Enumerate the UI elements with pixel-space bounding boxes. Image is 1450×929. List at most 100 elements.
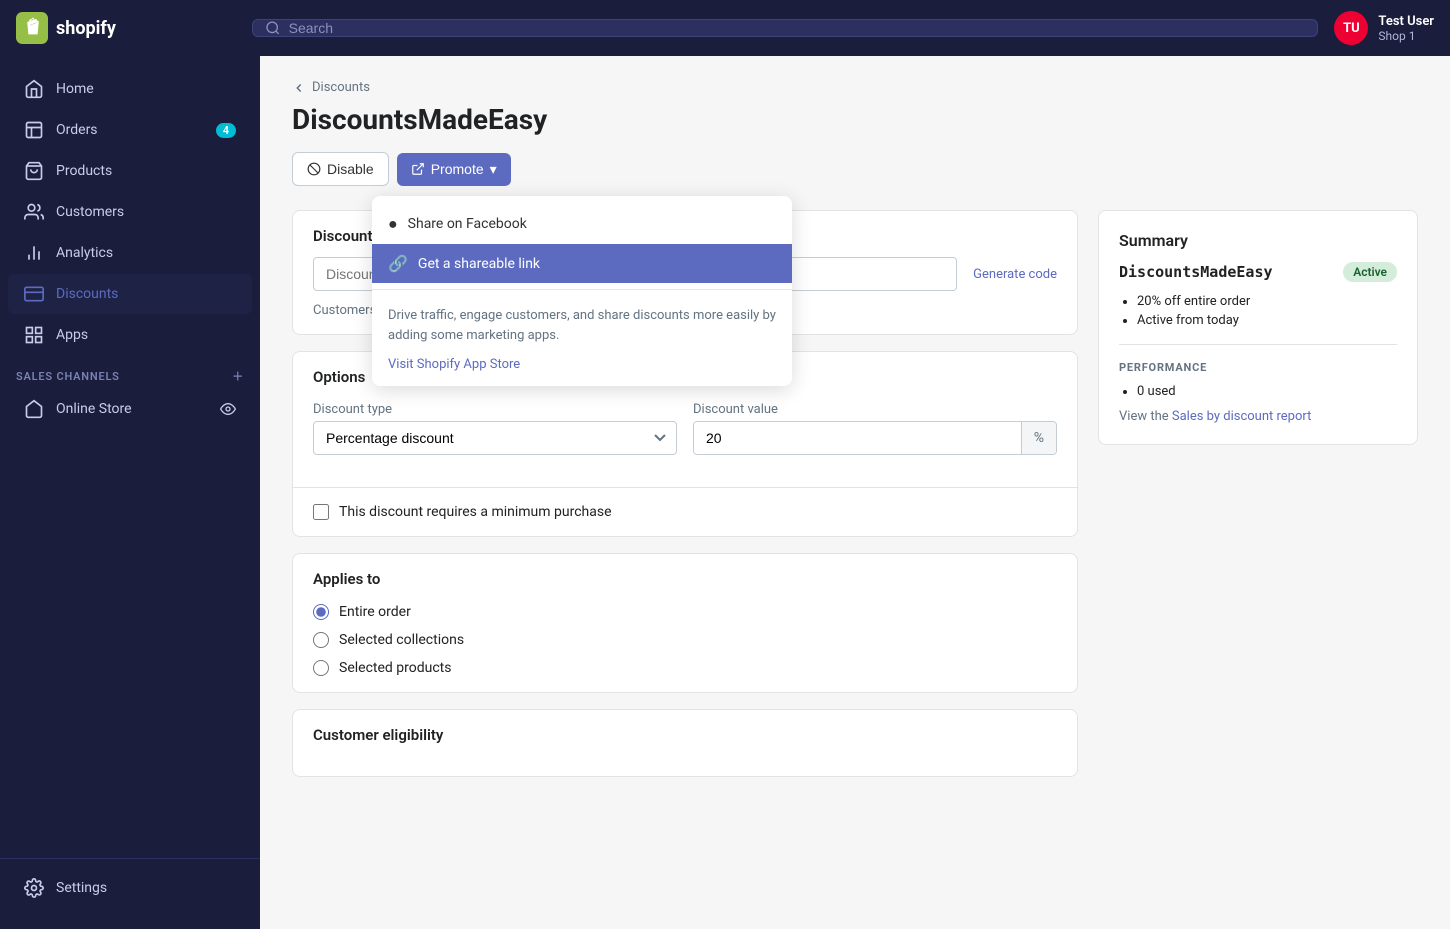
sales-report-link[interactable]: Sales by discount report (1172, 409, 1312, 424)
search-bar[interactable] (252, 19, 1318, 37)
promote-icon (411, 162, 425, 176)
home-icon (24, 79, 44, 99)
view-report: View the Sales by discount report (1119, 409, 1397, 424)
sidebar-item-orders[interactable]: Orders 4 (8, 110, 252, 150)
sidebar-item-online-store[interactable]: Online Store (8, 389, 252, 429)
radio-selected-collections[interactable]: Selected collections (313, 632, 1057, 648)
dropdown-divider (372, 289, 792, 290)
main-content: Discounts DiscountsMadeEasy Disable Prom… (260, 56, 1450, 929)
logo-text: shopify (56, 18, 116, 39)
sidebar-nav: Home Orders 4 Products Customers Analy (0, 68, 260, 858)
radio-entire-order[interactable]: Entire order (313, 604, 1057, 620)
sidebar-item-products[interactable]: Products (8, 151, 252, 191)
promote-dropdown-icon: ▾ (490, 161, 497, 178)
orders-icon (24, 120, 44, 140)
performance-list: 0 used (1119, 384, 1397, 399)
minimum-purchase-row: This discount requires a minimum purchas… (293, 487, 1077, 536)
back-icon (292, 81, 306, 95)
analytics-icon (24, 243, 44, 263)
sidebar-item-customers[interactable]: Customers (8, 192, 252, 232)
discount-type-label: Discount type (313, 402, 677, 417)
dropdown-footer-text: Drive traffic, engage customers, and sha… (388, 306, 776, 345)
dropdown-facebook-label: Share on Facebook (408, 216, 527, 232)
online-store-label: Online Store (56, 401, 132, 417)
eye-icon (220, 401, 236, 417)
summary-details-list: 20% off entire order Active from today (1119, 294, 1397, 328)
radio-products-label: Selected products (339, 660, 451, 676)
radio-collections-input[interactable] (313, 632, 329, 648)
settings-label: Settings (56, 880, 107, 896)
store-icon (24, 399, 44, 419)
summary-title: Summary (1119, 231, 1397, 250)
applies-to-card: Applies to Entire order Selected collect… (292, 553, 1078, 693)
summary-discount-name: DiscountsMadeEasy (1119, 263, 1273, 281)
applies-to-title: Applies to (313, 570, 1057, 588)
disable-button[interactable]: Disable (292, 152, 389, 186)
status-badge: Active (1343, 262, 1397, 282)
page-title: DiscountsMadeEasy (292, 103, 1418, 136)
applies-radio-group: Entire order Selected collections Select… (313, 604, 1057, 676)
customer-section: Customer eligibility (293, 710, 1077, 776)
search-icon (265, 20, 281, 36)
summary-card: Summary DiscountsMadeEasy Active 20% off… (1098, 210, 1418, 445)
logo: shopify (16, 12, 236, 44)
discount-type-field: Discount type Percentage discountFixed a… (313, 402, 677, 455)
disable-label: Disable (327, 161, 374, 177)
right-column: Summary DiscountsMadeEasy Active 20% off… (1098, 210, 1418, 793)
sidebar: Home Orders 4 Products Customers Analy (0, 56, 260, 929)
search-input[interactable] (289, 20, 1306, 36)
radio-products-input[interactable] (313, 660, 329, 676)
app-store-link[interactable]: Visit Shopify App Store (388, 357, 520, 372)
sidebar-bottom: Settings (0, 858, 260, 917)
performance-section: PERFORMANCE 0 used View the Sales by dis… (1119, 344, 1397, 424)
user-name: Test User (1378, 14, 1434, 29)
breadcrumb-label: Discounts (312, 80, 370, 95)
top-nav: shopify TU Test User Shop 1 (0, 0, 1450, 56)
sidebar-item-analytics[interactable]: Analytics (8, 233, 252, 273)
discount-value-input[interactable] (694, 422, 1021, 454)
sidebar-orders-label: Orders (56, 122, 98, 138)
sidebar-item-discounts[interactable]: Discounts (8, 274, 252, 314)
sidebar-discounts-label: Discounts (56, 286, 118, 302)
sidebar-apps-label: Apps (56, 327, 88, 343)
products-icon (24, 161, 44, 181)
dropdown-item-facebook[interactable]: ● Share on Facebook (372, 204, 792, 244)
sidebar-products-label: Products (56, 163, 112, 179)
customer-eligibility-title: Customer eligibility (313, 726, 1057, 744)
radio-entire-order-input[interactable] (313, 604, 329, 620)
discount-value-label: Discount value (693, 402, 1057, 417)
sidebar-item-home[interactable]: Home (8, 69, 252, 109)
dropdown-shareable-label: Get a shareable link (418, 256, 540, 272)
used-count: 0 used (1137, 384, 1397, 399)
breadcrumb[interactable]: Discounts (292, 80, 1418, 95)
promote-dropdown: ● Share on Facebook 🔗 Get a shareable li… (372, 196, 792, 386)
facebook-icon: ● (388, 214, 398, 234)
sidebar-item-label: Home (56, 81, 94, 97)
user-area: TU Test User Shop 1 (1334, 11, 1434, 45)
promote-button[interactable]: Promote ▾ (397, 153, 511, 186)
dropdown-item-shareable[interactable]: 🔗 Get a shareable link (372, 244, 792, 283)
sidebar-item-settings[interactable]: Settings (8, 868, 252, 908)
add-sales-channel-icon[interactable]: ＋ (232, 368, 244, 384)
performance-label: PERFORMANCE (1119, 361, 1397, 374)
discounts-icon (24, 284, 44, 304)
generate-code-link[interactable]: Generate code (973, 267, 1057, 291)
summary-detail-2: Active from today (1137, 313, 1397, 328)
sidebar-item-apps[interactable]: Apps (8, 315, 252, 355)
dropdown-footer: Drive traffic, engage customers, and sha… (372, 296, 792, 378)
settings-icon (24, 878, 44, 898)
radio-entire-order-label: Entire order (339, 604, 411, 620)
promote-label: Promote (431, 161, 484, 177)
action-bar: Disable Promote ▾ ● Share on Facebook 🔗 … (292, 152, 1418, 186)
sidebar-customers-label: Customers (56, 204, 124, 220)
radio-selected-products[interactable]: Selected products (313, 660, 1057, 676)
minimum-purchase-label: This discount requires a minimum purchas… (339, 504, 612, 520)
discount-value-field: Discount value % (693, 402, 1057, 455)
discount-value-input-wrapper: % (693, 421, 1057, 455)
discount-type-select[interactable]: Percentage discountFixed amount discount… (313, 421, 677, 455)
discount-value-suffix: % (1021, 422, 1056, 454)
minimum-purchase-checkbox[interactable] (313, 504, 329, 520)
disable-icon (307, 162, 321, 176)
summary-detail-1: 20% off entire order (1137, 294, 1397, 309)
summary-name-row: DiscountsMadeEasy Active (1119, 262, 1397, 282)
